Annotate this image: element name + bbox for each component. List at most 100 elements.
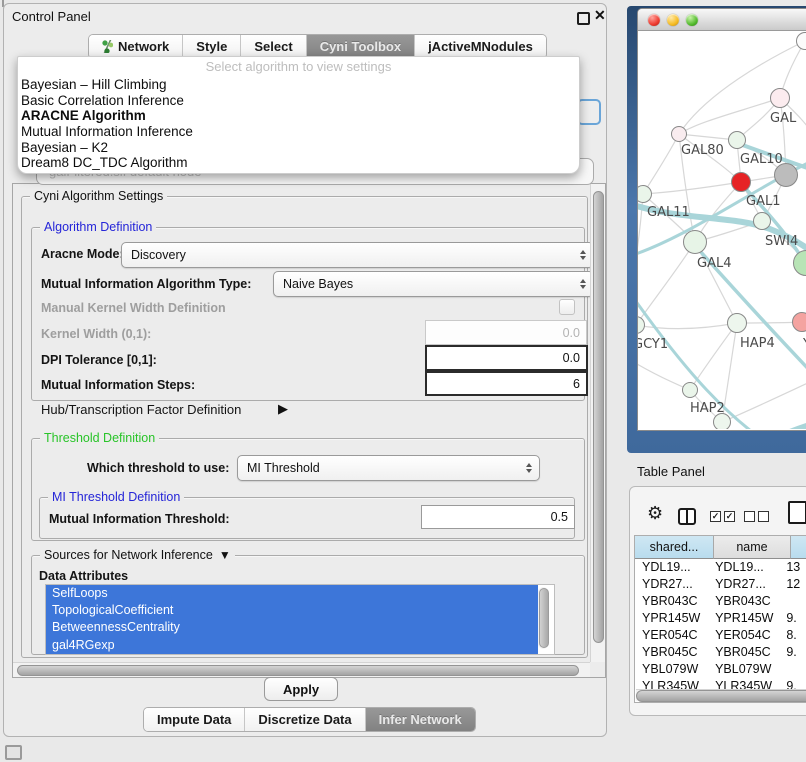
network-node-gal[interactable] [770, 88, 790, 108]
manual-kernel-checkbox[interactable] [559, 299, 575, 315]
attribute-item[interactable]: BetweennessCentrality [46, 619, 538, 636]
table-panel-title: Table Panel [637, 464, 705, 479]
table-row[interactable]: YDL19...YDL19...13 [635, 559, 806, 576]
table-row[interactable]: YBR045CYBR045C9. [635, 644, 806, 661]
attributes-scrollbar[interactable] [538, 587, 548, 649]
algorithm-option[interactable]: Bayesian – Hill Climbing [18, 77, 579, 93]
attribute-item[interactable]: gal4RGexp [46, 637, 538, 654]
network-window-titlebar[interactable] [638, 9, 806, 31]
kernel-width-field[interactable]: 0.0 [425, 320, 587, 345]
tab-discretize-data[interactable]: Discretize Data [245, 708, 365, 731]
table-cell: YBR045C [635, 644, 708, 661]
checked-box-icon[interactable]: ✓ [724, 511, 735, 522]
data-attributes-list[interactable]: SelfLoopsTopologicalCoefficientBetweenne… [45, 584, 555, 655]
settings-vertical-scrollbar[interactable] [590, 184, 605, 662]
cyni-algorithm-settings-title: Cyni Algorithm Settings [30, 189, 167, 203]
which-threshold-select[interactable]: MI Threshold [237, 455, 540, 481]
network-node-gal80[interactable] [671, 126, 687, 142]
tab-impute-data[interactable]: Impute Data [144, 708, 245, 731]
mi-steps-field[interactable]: 6 [425, 371, 588, 396]
table-cell: YER054C [635, 627, 708, 644]
algorithm-dropdown-popup: Select algorithm to view settings Bayesi… [17, 56, 580, 174]
aracne-mode-select[interactable]: Discovery [121, 242, 594, 268]
tab-cyni-toolbox[interactable]: Cyni Toolbox [307, 35, 415, 58]
unchecked-box-icon[interactable] [744, 511, 755, 522]
table-cell [779, 661, 806, 678]
close-icon[interactable]: ✕ [594, 7, 606, 23]
network-edge[interactable] [638, 242, 695, 325]
float-window-icon[interactable] [577, 12, 590, 25]
network-node-hap2[interactable] [682, 382, 698, 398]
tab-jactivemnodules[interactable]: jActiveMNodules [415, 35, 546, 58]
settings-horizontal-scrollbar[interactable] [13, 662, 590, 677]
algorithm-option[interactable]: ARACNE Algorithm [18, 108, 579, 124]
node-label: GAL80 [681, 143, 724, 158]
network-node-y[interactable] [792, 312, 806, 332]
column-header-name[interactable]: name [714, 536, 791, 559]
mi-type-value: Naive Bayes [283, 277, 353, 291]
close-traffic-light-icon[interactable] [648, 14, 660, 26]
network-node-swi4[interactable] [753, 212, 771, 230]
table-cell: YBR045C [708, 644, 779, 661]
dpi-tolerance-field[interactable]: 0.0 [425, 345, 588, 371]
focused-combo-button[interactable] [577, 99, 601, 125]
mi-type-select[interactable]: Naive Bayes [273, 271, 594, 297]
table-cell: YPR145W [708, 610, 779, 627]
network-node-gal4[interactable] [683, 230, 707, 254]
tab-infer-network[interactable]: Infer Network [366, 708, 475, 731]
network-node[interactable] [774, 163, 798, 187]
algorithm-option[interactable]: Mutual Information Inference [18, 124, 579, 140]
network-edge[interactable] [643, 134, 679, 194]
table-row[interactable]: YPR145WYPR145W9. [635, 610, 806, 627]
network-edge[interactable] [643, 182, 741, 194]
table-cell [779, 593, 806, 610]
column-header-shared...[interactable]: shared... [635, 536, 714, 559]
minimize-traffic-light-icon[interactable] [667, 14, 679, 26]
table-rows: YDL19...YDL19...13YDR27...YDR27...12YBR0… [635, 559, 806, 691]
apply-button[interactable]: Apply [264, 677, 338, 701]
tab-label: Discretize Data [258, 712, 351, 727]
algorithm-option[interactable]: Bayesian – K2 [18, 140, 579, 156]
zoom-traffic-light-icon[interactable] [686, 14, 698, 26]
network-canvas[interactable]: GALGAL80GAL10GAL1GAL11SWI4GAL4GCY1HAP4YH… [638, 31, 806, 429]
stepper-arrows-icon [580, 250, 586, 260]
mi-type-label: Mutual Information Algorithm Type: [41, 277, 251, 291]
network-node-gal1[interactable] [731, 172, 751, 192]
attribute-item[interactable]: TopologicalCoefficient [46, 602, 538, 619]
tab-label: Network [118, 39, 169, 54]
gear-icon[interactable]: ⚙ [647, 503, 663, 524]
data-attributes-label: Data Attributes [39, 569, 128, 583]
tab-label: Select [254, 39, 292, 54]
network-node[interactable] [713, 413, 731, 429]
table-cell: YDL19... [708, 559, 779, 576]
table-row[interactable]: YER054CYER054C8. [635, 627, 806, 644]
table-row[interactable]: YBR043CYBR043C [635, 593, 806, 610]
unchecked-box-icon[interactable] [758, 511, 769, 522]
algorithm-definition-title: Algorithm Definition [40, 220, 156, 234]
hub-definition-label[interactable]: Hub/Transcription Factor Definition [41, 402, 241, 417]
algorithm-option[interactable]: Dream8 DC_TDC Algorithm [18, 155, 579, 171]
checked-box-icon[interactable]: ✓ [710, 511, 721, 522]
algorithm-option[interactable]: Basic Correlation Inference [18, 93, 579, 109]
split-columns-icon[interactable] [678, 508, 696, 525]
node-label: GCY1 [638, 337, 668, 352]
collapsed-panel-icon[interactable] [5, 745, 22, 760]
table-horizontal-scrollbar[interactable] [636, 689, 806, 701]
mi-threshold-label: Mutual Information Threshold: [49, 512, 230, 526]
attribute-item[interactable]: SelfLoops [46, 585, 538, 602]
column-header-clipped[interactable] [791, 536, 806, 559]
tab-style[interactable]: Style [183, 35, 241, 58]
table-cell: 9. [779, 644, 806, 661]
table-row[interactable]: YBL079WYBL079W [635, 661, 806, 678]
expand-arrow-icon[interactable]: ▶ [278, 401, 288, 417]
tab-network[interactable]: Network [89, 35, 183, 58]
network-node-hap4[interactable] [727, 313, 747, 333]
network-edge[interactable] [679, 98, 780, 134]
which-threshold-label: Which threshold to use: [87, 461, 229, 475]
tab-select[interactable]: Select [241, 35, 306, 58]
network-node-gal10[interactable] [728, 131, 746, 149]
collapse-arrow-icon[interactable]: ▼ [219, 548, 231, 562]
document-icon[interactable] [788, 501, 806, 524]
table-row[interactable]: YDR27...YDR27...12 [635, 576, 806, 593]
mi-threshold-field[interactable]: 0.5 [421, 505, 575, 529]
